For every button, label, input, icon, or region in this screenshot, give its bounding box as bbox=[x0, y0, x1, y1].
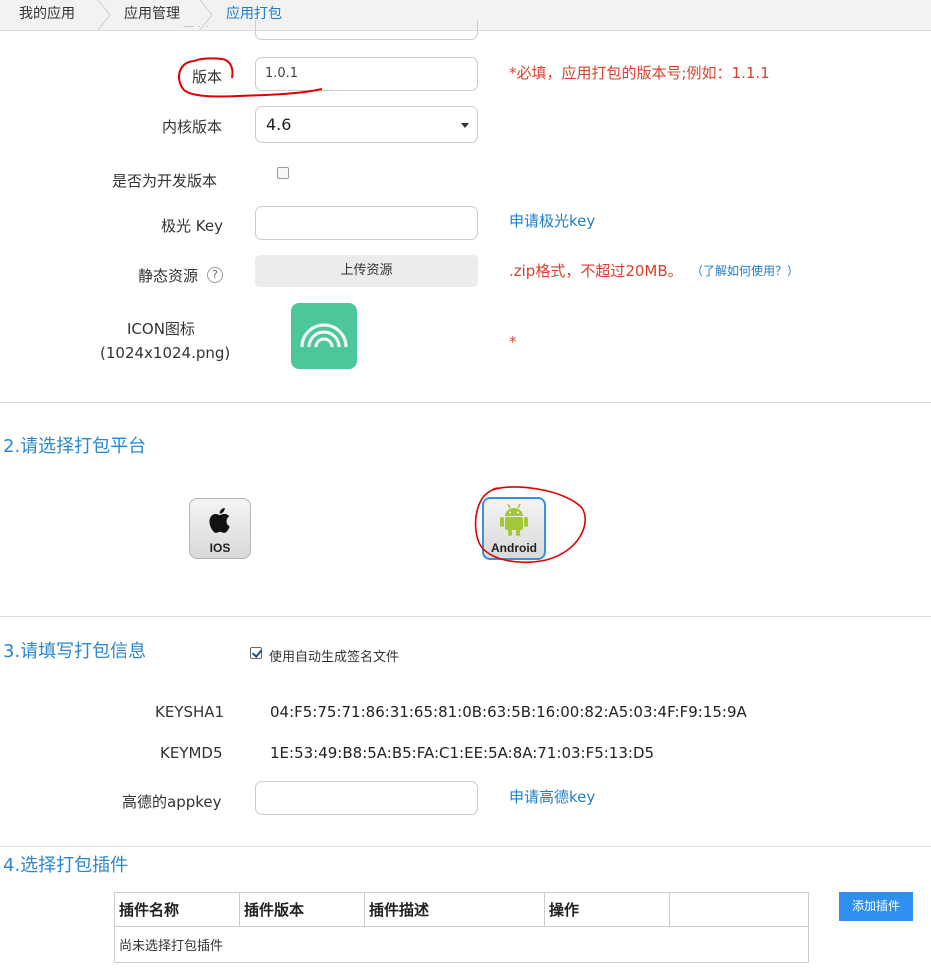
version-hint: *必填，应用打包的版本号;例如：1.1.1 bbox=[509, 64, 770, 82]
section-divider bbox=[0, 402, 931, 403]
question-circle-icon[interactable]: ? bbox=[207, 267, 223, 283]
keysha1-label: KEYSHA1 bbox=[155, 703, 225, 721]
table-row: 尚未选择打包插件 bbox=[114, 926, 809, 963]
auto-sign-label: 使用自动生成签名文件 bbox=[269, 650, 400, 665]
kernel-version-select[interactable]: 4.6 bbox=[255, 106, 478, 143]
cut-field-label: 包名 bbox=[180, 26, 210, 32]
icon-required-mark: * bbox=[509, 333, 517, 351]
section-divider bbox=[0, 616, 931, 617]
empty-table-message: 尚未选择打包插件 bbox=[114, 926, 809, 963]
amap-key-input[interactable] bbox=[255, 781, 478, 815]
chevron-down-icon bbox=[461, 123, 469, 128]
keysha1-value: 04:F5:75:71:86:31:65:81:0B:63:5B:16:00:8… bbox=[270, 703, 747, 721]
jpush-key-input[interactable] bbox=[255, 206, 478, 240]
annotation-circle-mark bbox=[474, 486, 586, 563]
keymd5-label: KEYMD5 bbox=[160, 744, 223, 762]
breadcrumb-separator-icon bbox=[97, 0, 111, 30]
section-title-plugins: 4.选择打包插件 bbox=[3, 855, 129, 876]
apple-icon bbox=[209, 507, 230, 533]
static-resources-label: 静态资源 bbox=[138, 267, 199, 285]
icon-label-line2: (1024x1024.png) bbox=[100, 344, 231, 362]
add-plugin-button[interactable]: 添加插件 bbox=[839, 892, 913, 921]
table-header-row: 插件名称 插件版本 插件描述 操作 bbox=[114, 892, 809, 927]
column-header-actions: 操作 bbox=[544, 892, 670, 927]
apply-amap-key-link[interactable]: 申请高德key bbox=[509, 786, 595, 807]
dev-version-checkbox[interactable] bbox=[277, 167, 289, 179]
dev-version-label: 是否为开发版本 bbox=[112, 172, 218, 190]
static-resources-hint: .zip格式，不超过20MB。 bbox=[509, 262, 683, 280]
platform-ios-button[interactable]: IOS bbox=[189, 498, 251, 559]
annotation-underline-mark bbox=[177, 57, 323, 98]
icon-label-line1: ICON图标 bbox=[127, 320, 195, 338]
kernel-version-label: 内核版本 bbox=[162, 118, 223, 136]
app-icon-image[interactable] bbox=[291, 303, 357, 369]
upload-resources-button[interactable]: 上传资源 bbox=[255, 255, 478, 287]
section-title-platform: 2.请选择打包平台 bbox=[3, 436, 147, 457]
breadcrumb-item-my-apps[interactable]: 我的应用 bbox=[19, 0, 75, 30]
cut-package-name-input[interactable] bbox=[255, 20, 478, 40]
kernel-version-value: 4.6 bbox=[266, 115, 292, 134]
column-header-plugin-version: 插件版本 bbox=[239, 892, 365, 927]
auto-sign-checkbox[interactable] bbox=[250, 647, 262, 659]
column-header-empty bbox=[669, 892, 809, 927]
plugins-table: 插件名称 插件版本 插件描述 操作 尚未选择打包插件 bbox=[114, 892, 809, 963]
jpush-key-label: 极光 Key bbox=[161, 217, 223, 235]
keymd5-value: 1E:53:49:B8:5A:B5:FA:C1:EE:5A:8A:71:03:F… bbox=[270, 744, 655, 762]
column-header-plugin-description: 插件描述 bbox=[364, 892, 545, 927]
platform-ios-label: IOS bbox=[209, 541, 231, 555]
learn-how-to-use-link[interactable]: （了解如何使用？） bbox=[691, 262, 799, 279]
amap-key-label: 高德的appkey bbox=[122, 793, 222, 811]
signal-arcs-icon bbox=[300, 323, 348, 348]
apply-jpush-key-link[interactable]: 申请极光key bbox=[509, 210, 595, 231]
section-title-package-info: 3.请填写打包信息 bbox=[3, 641, 147, 662]
column-header-plugin-name: 插件名称 bbox=[114, 892, 240, 927]
section-divider bbox=[0, 846, 931, 847]
breadcrumb-item-app-manage[interactable]: 应用管理 bbox=[124, 0, 180, 30]
